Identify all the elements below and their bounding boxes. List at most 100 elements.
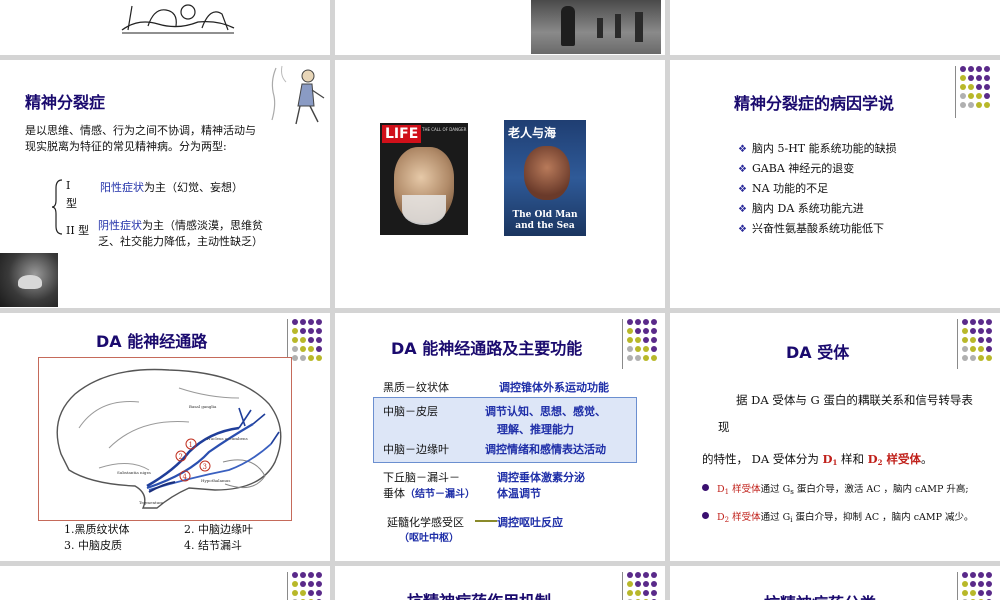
decorative-dot	[962, 319, 968, 325]
decorative-dot	[300, 581, 306, 587]
slide-da-pathways[interactable]: DA 能神经通路 1 2 3 4 Basal ganglia Substanti…	[0, 313, 330, 561]
slide-bottom-right[interactable]: 抗精神病药分类	[670, 566, 1000, 600]
decorative-dot	[316, 581, 322, 587]
brain-label: Nucleus accumbens	[207, 436, 248, 441]
pathway-name: 中脑－皮层	[383, 405, 438, 418]
decorative-dot	[651, 572, 657, 578]
pathway-name: 黑质－纹状体	[383, 381, 449, 394]
life-magazine-cover: LIFE THE CALL OF DANGER	[380, 123, 468, 235]
decorative-dot	[292, 319, 298, 325]
decorative-dot	[968, 84, 974, 90]
decorative-dot	[308, 319, 314, 325]
pathway-marker-4: 4	[183, 473, 188, 481]
slide-schizophrenia[interactable]: 精神分裂症 是以思维、情感、行为之间不协调，精神活动与 现实脱离为特征的常见精神…	[0, 60, 330, 308]
decorative-dot	[986, 337, 992, 343]
decorative-dot	[986, 319, 992, 325]
decorative-dot	[970, 572, 976, 578]
decorative-dot	[962, 328, 968, 334]
decorative-dot	[968, 66, 974, 72]
slide-top-middle[interactable]	[335, 0, 665, 55]
pathway-function: 调控情绪和感情表达活动	[485, 443, 606, 456]
decorative-dot	[308, 581, 314, 587]
decorative-dot	[292, 337, 298, 343]
decorative-dot	[968, 102, 974, 108]
slide-da-functions[interactable]: DA 能神经通路及主要功能 黑质－纹状体 调控锥体外系运动功能 中脑－皮层 调节…	[335, 313, 665, 561]
decorative-dot	[962, 572, 968, 578]
decorative-dot	[970, 346, 976, 352]
decorative-dot	[316, 337, 322, 343]
slide-etiology[interactable]: 精神分裂症的病因学说 ❖ 脑内 5-HT 能系统功能的缺损 ❖ GABA 神经元的退…	[670, 60, 1000, 308]
pathway-marker-2: 2	[179, 453, 183, 461]
slide-top-right[interactable]	[670, 0, 1000, 55]
street-photo	[531, 0, 661, 54]
decorative-dots-icon	[962, 572, 996, 600]
decorative-dot	[643, 581, 649, 587]
decorative-dot	[976, 84, 982, 90]
decorative-dot	[300, 328, 306, 334]
life-headline: THE CALL OF DANGER	[422, 127, 467, 132]
decorative-dot	[960, 93, 966, 99]
decorative-dots-icon	[292, 572, 326, 600]
title-divider	[955, 66, 956, 118]
decorative-dot	[978, 581, 984, 587]
decorative-dot	[978, 328, 984, 334]
decorative-dot	[300, 346, 306, 352]
decorative-dots-icon	[627, 319, 661, 365]
brain-label: Substantia nigra	[117, 470, 151, 475]
decorative-dot	[976, 93, 982, 99]
slide-da-receptors[interactable]: DA 受体 据 DA 受体与 G 蛋白的耦联关系和信号转导表 现 的特性， DA…	[670, 313, 1000, 561]
cover-english-title-2: and the Sea	[515, 221, 575, 231]
cover-english-title: The Old Man	[512, 210, 578, 220]
decorative-dot	[308, 572, 314, 578]
slide-bottom-middle[interactable]: 抗精神病药作用机制	[335, 566, 665, 600]
decorative-dot	[960, 102, 966, 108]
pathway-function-line2: 理解、推理能力	[497, 423, 574, 436]
decorative-dot	[316, 355, 322, 361]
connector-line	[475, 520, 497, 522]
list-item: ❖ NA 功能的不足	[738, 182, 829, 195]
decorative-dot	[651, 346, 657, 352]
type2-label: II 型	[66, 224, 90, 237]
decorative-dot	[292, 328, 298, 334]
old-man-and-the-sea-cover: 老人与海 The Old Man and the Sea	[504, 120, 586, 236]
description-line: 现实脱离为特征的常见精神病。分为两型:	[25, 140, 227, 153]
slide-book-covers[interactable]: LIFE THE CALL OF DANGER 老人与海 The Old Man…	[335, 60, 665, 308]
life-logo: LIFE	[382, 125, 422, 143]
decorative-dot	[986, 346, 992, 352]
decorative-dot	[968, 93, 974, 99]
type1-label-suffix: 型	[66, 197, 77, 210]
decorative-dot	[300, 355, 306, 361]
paragraph-line: 的特性， DA 受体分为 D1 样和 D2 样受体。	[702, 452, 933, 467]
diamond-bullet-icon: ❖	[738, 164, 747, 175]
type1-label: I	[66, 179, 71, 192]
decorative-dot	[316, 328, 322, 334]
decorative-dot	[986, 328, 992, 334]
slide-top-left[interactable]	[0, 0, 330, 55]
decorative-dot	[308, 337, 314, 343]
decorative-dot	[643, 346, 649, 352]
cover-chinese-title: 老人与海	[508, 126, 557, 140]
decorative-dot	[960, 84, 966, 90]
decorative-dot	[635, 590, 641, 596]
decorative-dot	[300, 337, 306, 343]
legend-item: 1.黑质纹状体	[64, 523, 130, 536]
decorative-dot	[316, 319, 322, 325]
decorative-dot	[984, 84, 990, 90]
decorative-dot	[968, 75, 974, 81]
decorative-dot	[292, 581, 298, 587]
decorative-dot	[643, 328, 649, 334]
receptor-bullet: D2 样受体通过 Gi 蛋白介导，抑制 AC ，脑内 cAMP 减少。	[702, 509, 974, 524]
slide-bottom-left[interactable]	[0, 566, 330, 600]
title-divider	[622, 572, 623, 600]
decorative-dot	[984, 66, 990, 72]
page-title: 抗精神病药作用机制	[407, 588, 551, 600]
decorative-dot	[960, 75, 966, 81]
decorative-dot	[627, 346, 633, 352]
pathway-name-line2: （呕吐中枢）	[399, 533, 459, 544]
decorative-dot	[651, 355, 657, 361]
decorative-dot	[292, 355, 298, 361]
decorative-dot	[627, 319, 633, 325]
decorative-dot	[970, 590, 976, 596]
decorative-dot	[984, 93, 990, 99]
decorative-dot	[300, 319, 306, 325]
